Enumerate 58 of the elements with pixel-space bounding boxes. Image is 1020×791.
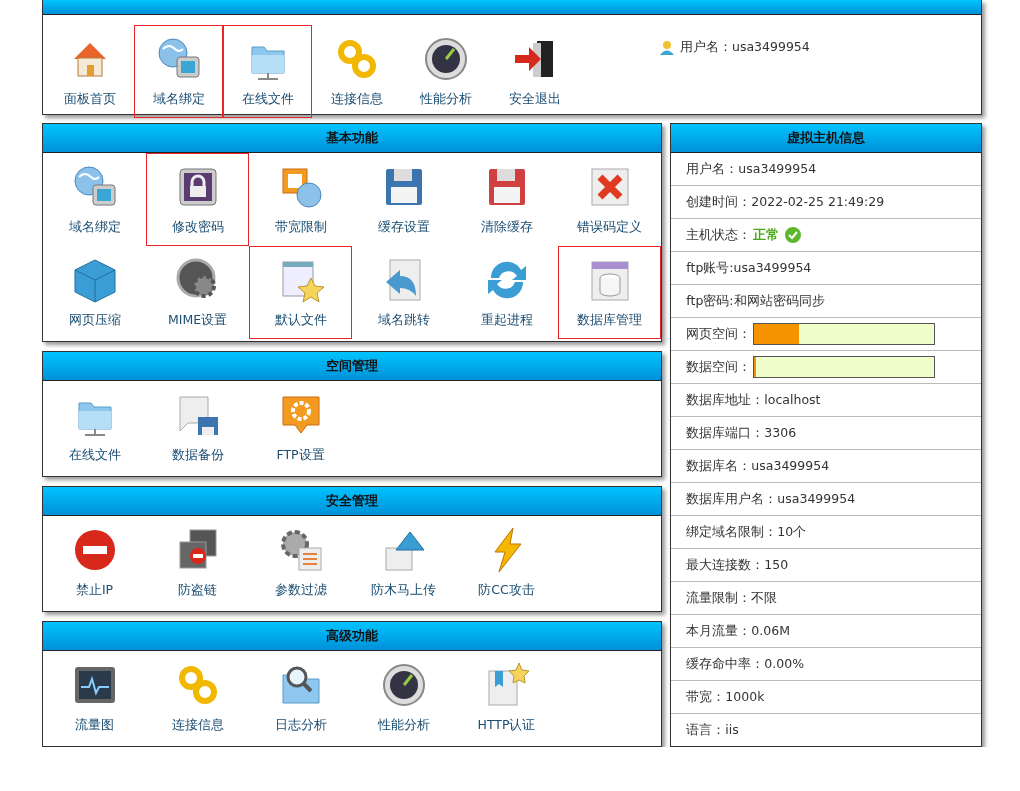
tool-link[interactable]: 流量图 <box>43 651 146 744</box>
tool-link[interactable]: 防CC攻击 <box>455 516 558 609</box>
info-text: 带宽：1000k <box>686 688 765 706</box>
tool-link[interactable]: 域名绑定 <box>43 153 146 246</box>
tool-link[interactable]: 默认文件 <box>249 246 352 339</box>
tool-link[interactable]: 缓存设置 <box>352 153 455 246</box>
tool-link[interactable]: HTTP认证 <box>455 651 558 744</box>
info-label: 主机状态： <box>686 226 752 244</box>
tool-link[interactable]: 数据备份 <box>146 381 249 474</box>
info-text: 绑定域名限制：10个 <box>686 523 807 541</box>
info-text: 创建时间：2022-02-25 21:49:29 <box>686 193 885 211</box>
tool-link[interactable]: 日志分析 <box>249 651 352 744</box>
info-text: 数据库端口：3306 <box>686 424 797 442</box>
tool-link[interactable]: 面板首页 <box>45 25 134 118</box>
info-text: 最大连接数：150 <box>686 556 789 574</box>
info-text: ftp账号:usa3499954 <box>686 259 812 277</box>
info-text: 语言：iis <box>686 721 739 739</box>
tool-link[interactable]: 数据库管理 <box>558 246 661 339</box>
tool-link[interactable]: 在线文件 <box>223 25 312 118</box>
tool-link[interactable]: 重起进程 <box>455 246 558 339</box>
tool-link[interactable]: 连接信息 <box>312 25 401 118</box>
tool-link[interactable]: 错误码定义 <box>558 153 661 246</box>
info-text: 用户名：usa3499954 <box>686 160 817 178</box>
check-icon <box>785 227 802 243</box>
tool-link[interactable]: 性能分析 <box>401 25 490 118</box>
info-text: ftp密码:和网站密码同步 <box>686 292 825 310</box>
info-label: 数据空间： <box>686 358 752 376</box>
tool-link[interactable]: 禁止IP <box>43 516 146 609</box>
info-text: 数据库地址：localhost <box>686 391 821 409</box>
tool-link[interactable]: 防木马上传 <box>352 516 455 609</box>
panel-header: 虚拟主机信息 <box>671 124 981 153</box>
tool-link[interactable]: 防盗链 <box>146 516 249 609</box>
info-text: 本月流量：0.06M <box>686 622 790 640</box>
section-header: 空间管理 <box>43 352 662 381</box>
info-label: 网页空间： <box>686 325 752 343</box>
tool-link[interactable]: 域名绑定 <box>134 25 223 118</box>
info-text: 流量限制：不限 <box>686 589 778 607</box>
tool-link[interactable]: 修改密码 <box>146 153 249 246</box>
user-icon <box>659 39 675 56</box>
section-header: 基本功能 <box>43 124 662 153</box>
tool-link[interactable]: 域名跳转 <box>352 246 455 339</box>
tool-link[interactable]: 网页压缩 <box>43 246 146 339</box>
tool-link[interactable]: 带宽限制 <box>249 153 352 246</box>
username-label: 用户名：usa3499954 <box>680 39 810 56</box>
tool-link[interactable]: 性能分析 <box>352 651 455 744</box>
tool-link[interactable]: 安全退出 <box>490 25 579 118</box>
section-header: 安全管理 <box>43 487 662 516</box>
info-text: 数据库名：usa3499954 <box>686 457 830 475</box>
tool-link[interactable]: 参数过滤 <box>249 516 352 609</box>
info-text: 数据库用户名：usa3499954 <box>686 490 856 508</box>
tool-link[interactable]: 清除缓存 <box>455 153 558 246</box>
tool-link[interactable]: MIME设置 <box>146 246 249 339</box>
status-text: 正常 <box>753 226 780 244</box>
section-header: 高级功能 <box>43 622 662 651</box>
tool-link[interactable]: 连接信息 <box>146 651 249 744</box>
tool-link[interactable]: FTP设置 <box>249 381 352 474</box>
info-text: 缓存命中率：0.00% <box>686 655 805 673</box>
tool-link[interactable]: 在线文件 <box>43 381 146 474</box>
